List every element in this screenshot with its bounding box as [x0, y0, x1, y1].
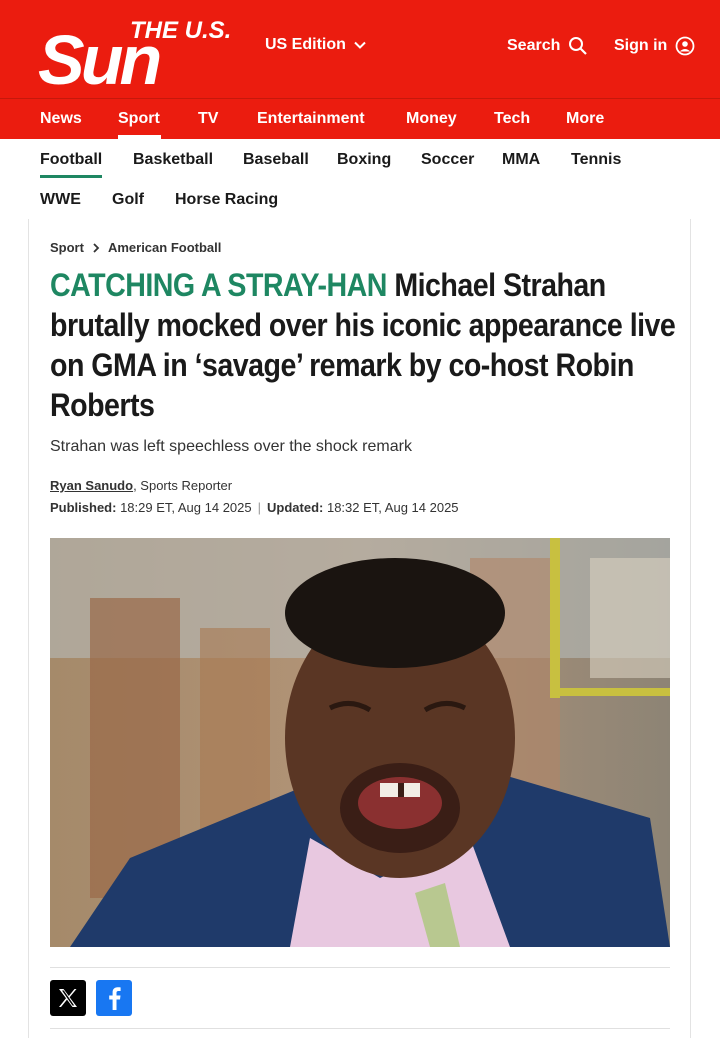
updated-value: 18:32 ET, Aug 14 2025 — [323, 500, 459, 515]
subnav-item-baseball[interactable]: Baseball — [243, 151, 309, 169]
article-headline: CATCHING A STRAY-HAN Michael Strahan bru… — [50, 265, 680, 425]
subnav-item-soccer[interactable]: Soccer — [421, 151, 474, 169]
search-button[interactable]: Search — [507, 36, 588, 56]
nav-item-tech[interactable]: Tech — [494, 110, 530, 128]
divider — [50, 967, 670, 968]
sign-in-label: Sign in — [614, 37, 668, 54]
byline: Ryan Sanudo, Sports Reporter — [50, 478, 232, 493]
subnav-item-basketball[interactable]: Basketball — [133, 151, 213, 169]
logo-line2: Sun — [38, 21, 159, 88]
search-label: Search — [507, 37, 561, 54]
published-value: 18:29 ET, Aug 14 2025 — [116, 500, 252, 515]
sub-nav: Football Basketball Baseball Boxing Socc… — [0, 139, 720, 219]
breadcrumb: Sport American Football — [50, 240, 221, 255]
edition-label: US Edition — [265, 36, 346, 53]
hero-photo — [50, 538, 670, 947]
breadcrumb-sport[interactable]: Sport — [50, 240, 84, 255]
updated-label: Updated: — [267, 500, 324, 515]
masthead: THE U.S. Sun US Edition Search Sign in — [0, 0, 720, 99]
nav-item-tv[interactable]: TV — [198, 110, 218, 128]
share-x-button[interactable] — [50, 980, 86, 1016]
published-label: Published: — [50, 500, 117, 515]
nav-item-sport[interactable]: Sport — [118, 110, 160, 128]
subnav-item-golf[interactable]: Golf — [112, 191, 144, 209]
edition-selector[interactable]: US Edition — [265, 36, 366, 54]
search-icon — [569, 37, 588, 55]
article-dates: Published: 18:29 ET, Aug 14 2025 | Updated… — [50, 500, 459, 515]
sign-in-button[interactable]: Sign in — [614, 36, 695, 56]
divider-bottom — [50, 1028, 670, 1029]
the-sun-logo[interactable]: THE U.S. Sun — [38, 12, 250, 99]
subnav-item-boxing[interactable]: Boxing — [337, 151, 391, 169]
share-facebook-button[interactable] — [96, 980, 132, 1016]
breadcrumb-american-football[interactable]: American Football — [108, 240, 221, 255]
date-separator: | — [257, 500, 262, 515]
author-role: , Sports Reporter — [133, 478, 233, 493]
subnav-item-tennis[interactable]: Tennis — [571, 151, 621, 169]
hero-image[interactable] — [50, 538, 670, 947]
user-icon — [675, 36, 695, 56]
main-nav: News Sport TV Entertainment Money Tech M… — [0, 98, 720, 139]
subnav-item-horse-racing[interactable]: Horse Racing — [175, 191, 278, 209]
active-subnav-indicator — [40, 175, 102, 178]
nav-item-money[interactable]: Money — [406, 110, 457, 128]
subnav-item-wwe[interactable]: WWE — [40, 191, 81, 209]
headline-kicker: CATCHING A STRAY-HAN — [50, 267, 387, 303]
subnav-item-mma[interactable]: MMA — [502, 151, 540, 169]
chevron-down-icon — [354, 41, 366, 49]
facebook-icon — [109, 987, 121, 1010]
subnav-item-football[interactable]: Football — [40, 151, 102, 169]
chevron-right-icon — [93, 242, 100, 253]
nav-item-news[interactable]: News — [40, 110, 82, 128]
author-link[interactable]: Ryan Sanudo — [50, 478, 133, 493]
article-standfirst: Strahan was left speechless over the sho… — [50, 438, 412, 455]
x-icon — [59, 989, 77, 1007]
nav-item-entertainment[interactable]: Entertainment — [257, 110, 365, 128]
nav-item-more[interactable]: More — [566, 110, 604, 128]
